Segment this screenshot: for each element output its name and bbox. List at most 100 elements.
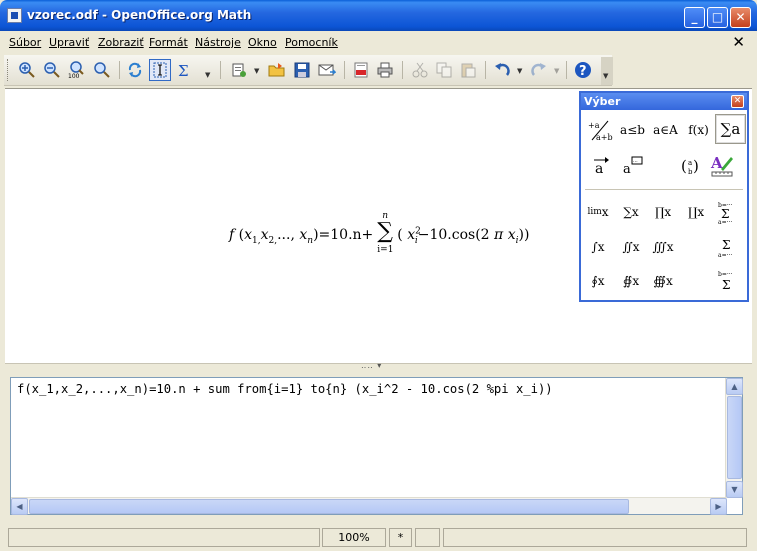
svg-text:b=···: b=··· [718, 271, 733, 278]
formula-cursor-icon[interactable] [149, 59, 171, 81]
redo-icon[interactable] [528, 59, 550, 81]
toolbar-grip[interactable] [7, 59, 10, 81]
formula-minus: −10.cos [417, 227, 476, 243]
horizontal-scrollbar[interactable]: ◀ ▶ [11, 497, 727, 515]
category-brackets-icon[interactable]: (a b) [674, 151, 705, 181]
svg-text:a: a [688, 159, 692, 167]
symbol-sum-label: ∑x [623, 205, 639, 219]
symbol-sum-upper[interactable]: b=··· Σ [711, 265, 743, 297]
maximize-button[interactable]: □ [707, 7, 728, 28]
symbol-contour-label: ∮x [591, 274, 605, 288]
cut-icon[interactable] [409, 59, 431, 81]
title-bar: vzorec.odf - OpenOffice.org Math _ □ ✕ [0, 0, 757, 31]
redo-dropdown-icon[interactable]: ▼ [554, 67, 559, 75]
symbol-contour-integral[interactable]: ∮x [582, 265, 614, 297]
formula-paren: (2 [475, 227, 490, 243]
category-set-operations-icon[interactable]: a∈A [650, 115, 681, 145]
menu-file[interactable]: Súbor [9, 36, 41, 49]
symbol-coproduct[interactable]: ∐x [680, 196, 712, 228]
command-text[interactable]: f(x_1,x_2,...,x_n)=10.n + sum from{i=1} … [17, 382, 553, 396]
scroll-left-button[interactable]: ◀ [11, 498, 28, 515]
svg-text:(: ( [681, 157, 687, 175]
symbol-sum-upper-lower[interactable]: b=··· Σa=··· [711, 196, 743, 228]
toolbar-chevron[interactable] [601, 57, 613, 85]
symbol-volume-integral[interactable]: ∰x [647, 265, 679, 297]
undo-dropdown-icon[interactable]: ▼ [517, 67, 522, 75]
toolbar-separator [402, 61, 403, 79]
open-folder-icon[interactable] [266, 59, 288, 81]
new-icon[interactable] [228, 59, 250, 81]
refresh-icon[interactable] [124, 59, 146, 81]
formula-paren: )) [518, 227, 530, 243]
zoom-100-label: 100 [68, 73, 80, 79]
pane-splitter[interactable]: ‥‥ ▾ [5, 361, 752, 371]
horizontal-scroll-thumb[interactable] [29, 499, 629, 514]
export-pdf-icon[interactable] [350, 59, 372, 81]
zoom-100-icon[interactable]: 100 [66, 59, 88, 81]
category-set-label: a∈A [653, 123, 678, 137]
symbol-surface-integral[interactable]: ∯x [615, 265, 647, 297]
formula-paren: ( [397, 227, 403, 243]
menu-view[interactable]: Zobraziť [98, 36, 144, 49]
symbol-integral-label: ∫x [591, 240, 605, 254]
splitter-grip[interactable]: ‥‥ ▾ [361, 361, 382, 370]
toolbar-more-icon[interactable]: ▼ [603, 72, 608, 80]
paste-icon[interactable] [457, 59, 479, 81]
copy-icon[interactable] [433, 59, 455, 81]
symbol-sum[interactable]: ∑x [615, 196, 647, 228]
category-relations-icon[interactable]: a≤b [617, 115, 648, 145]
menu-help[interactable]: Pomocník [285, 36, 338, 49]
category-attributes-icon[interactable]: a [584, 151, 615, 181]
scroll-down-button[interactable]: ▼ [726, 481, 743, 498]
vertical-scrollbar[interactable]: ▲ ▼ [725, 378, 743, 498]
svg-text:Σ: Σ [722, 238, 730, 252]
zoom-out-icon[interactable] [41, 59, 63, 81]
selection-window-close-button[interactable]: ✕ [731, 95, 744, 108]
selection-sigma-icon[interactable]: Σ [174, 59, 196, 81]
category-functions-icon[interactable]: f(x) [683, 115, 714, 145]
toolbar-expand-icon[interactable]: ▼ [205, 71, 210, 79]
category-others-icon[interactable]: a ··· [617, 151, 648, 181]
zoom-in-icon[interactable] [16, 59, 38, 81]
symbol-product[interactable]: ∏x [647, 196, 679, 228]
document-close-icon[interactable]: ✕ [732, 33, 745, 51]
symbol-integral[interactable]: ∫x [582, 231, 614, 263]
formula-f: f [229, 227, 235, 243]
svg-text:+a: +a [588, 121, 600, 130]
selection-window-titlebar[interactable]: Výber ✕ [581, 93, 747, 110]
vertical-scroll-thumb[interactable] [727, 396, 742, 479]
close-button[interactable]: ✕ [730, 7, 751, 28]
undo-icon[interactable] [491, 59, 513, 81]
menu-tools[interactable]: Nástroje [195, 36, 241, 49]
modified-indicator: * [389, 528, 412, 547]
toolbar-separator [485, 61, 486, 79]
category-formats-icon[interactable]: A [706, 151, 737, 181]
symbol-double-integral[interactable]: ∬x [615, 231, 647, 263]
svg-text:a=···: a=··· [718, 252, 732, 259]
new-dropdown-icon[interactable]: ▼ [254, 67, 259, 75]
toolbar-separator [220, 61, 221, 79]
scroll-right-button[interactable]: ▶ [710, 498, 727, 515]
email-icon[interactable] [316, 59, 338, 81]
minimize-button[interactable]: _ [684, 7, 705, 28]
formula-x: x [244, 227, 253, 243]
symbol-sum-lower[interactable]: Σa=··· [711, 231, 743, 263]
menu-window[interactable]: Okno [248, 36, 277, 49]
category-operators-icon[interactable]: ∑a [715, 114, 746, 144]
symbol-limit[interactable]: lim x [582, 196, 614, 228]
print-icon[interactable] [374, 59, 396, 81]
selection-window-title: Výber [584, 95, 621, 108]
symbol-triple-integral[interactable]: ∭x [647, 231, 679, 263]
help-icon[interactable]: ? [572, 59, 594, 81]
zoom-fit-icon[interactable] [91, 59, 113, 81]
menu-format[interactable]: Formát [149, 36, 188, 49]
category-functions-label: f(x) [688, 123, 709, 137]
svg-text:···: ··· [633, 159, 638, 165]
scroll-up-button[interactable]: ▲ [726, 378, 743, 395]
command-editor[interactable]: f(x_1,x_2,...,x_n)=10.n + sum from{i=1} … [10, 377, 743, 515]
app-icon[interactable] [7, 8, 22, 23]
save-icon[interactable] [291, 59, 313, 81]
menu-edit[interactable]: Upraviť [49, 36, 89, 49]
category-unary-binary-icon[interactable]: +a a+b [584, 115, 615, 145]
zoom-level[interactable]: 100% [322, 528, 386, 547]
